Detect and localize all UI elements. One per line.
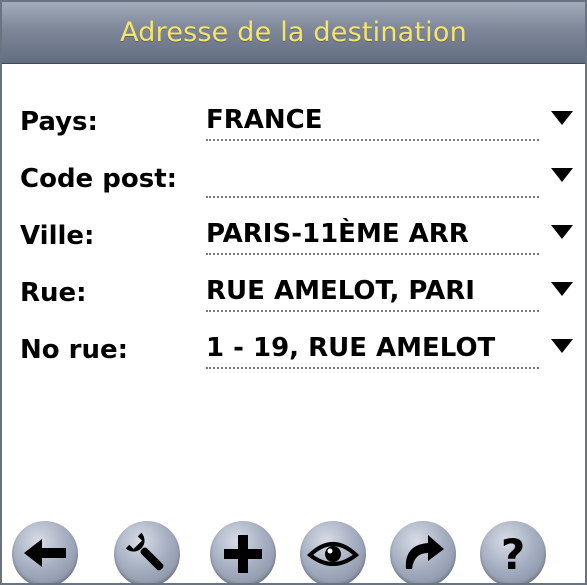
eye-icon <box>306 542 360 566</box>
redo-arrow-icon <box>405 535 444 569</box>
country-value: FRANCE <box>206 105 323 135</box>
street-label: Rue: <box>20 278 87 308</box>
city-field[interactable]: PARIS-11ÈME ARR <box>206 217 539 255</box>
postcode-dropdown-icon[interactable] <box>551 168 573 182</box>
redo-button[interactable] <box>390 521 456 583</box>
country-label: Pays: <box>20 107 98 137</box>
destination-address-screen: Adresse de la destination Pays: FRANCE C… <box>0 0 587 585</box>
title-bar: Adresse de la destination <box>2 2 585 64</box>
street-number-dropdown-icon[interactable] <box>551 339 573 353</box>
street-number-row: No rue: 1 - 19, RUE AMELOT <box>2 325 585 382</box>
address-form: Pays: FRANCE Code post: Ville: PARIS-11È… <box>2 97 585 382</box>
street-number-label: No rue: <box>20 335 129 365</box>
wrench-icon <box>125 532 164 571</box>
back-button[interactable] <box>12 521 78 583</box>
country-row: Pays: FRANCE <box>2 97 585 154</box>
postcode-field[interactable] <box>206 160 539 198</box>
street-number-value: 1 - 19, RUE AMELOT <box>206 333 496 363</box>
street-row: Rue: RUE AMELOT, PARI <box>2 268 585 325</box>
help-glyph: ? <box>501 530 525 579</box>
city-dropdown-icon[interactable] <box>551 225 573 239</box>
settings-button[interactable] <box>114 521 180 583</box>
country-field[interactable]: FRANCE <box>206 103 539 141</box>
help-button[interactable]: ? <box>480 521 546 583</box>
plus-icon <box>224 535 262 573</box>
add-button[interactable] <box>210 521 276 583</box>
view-button[interactable] <box>300 521 366 583</box>
city-row: Ville: PARIS-11ÈME ARR <box>2 211 585 268</box>
street-field[interactable]: RUE AMELOT, PARI <box>206 274 539 312</box>
street-dropdown-icon[interactable] <box>551 282 573 296</box>
help-icon: ? <box>501 530 525 579</box>
street-value: RUE AMELOT, PARI <box>206 276 475 306</box>
page-title: Adresse de la destination <box>120 17 467 48</box>
city-label: Ville: <box>20 221 95 251</box>
postcode-label: Code post: <box>20 164 178 194</box>
street-number-field[interactable]: 1 - 19, RUE AMELOT <box>206 331 539 369</box>
back-arrow-icon <box>24 539 66 567</box>
country-dropdown-icon[interactable] <box>551 111 573 125</box>
postcode-row: Code post: <box>2 154 585 211</box>
bottom-toolbar: ? <box>2 511 585 583</box>
city-value: PARIS-11ÈME ARR <box>206 219 469 249</box>
